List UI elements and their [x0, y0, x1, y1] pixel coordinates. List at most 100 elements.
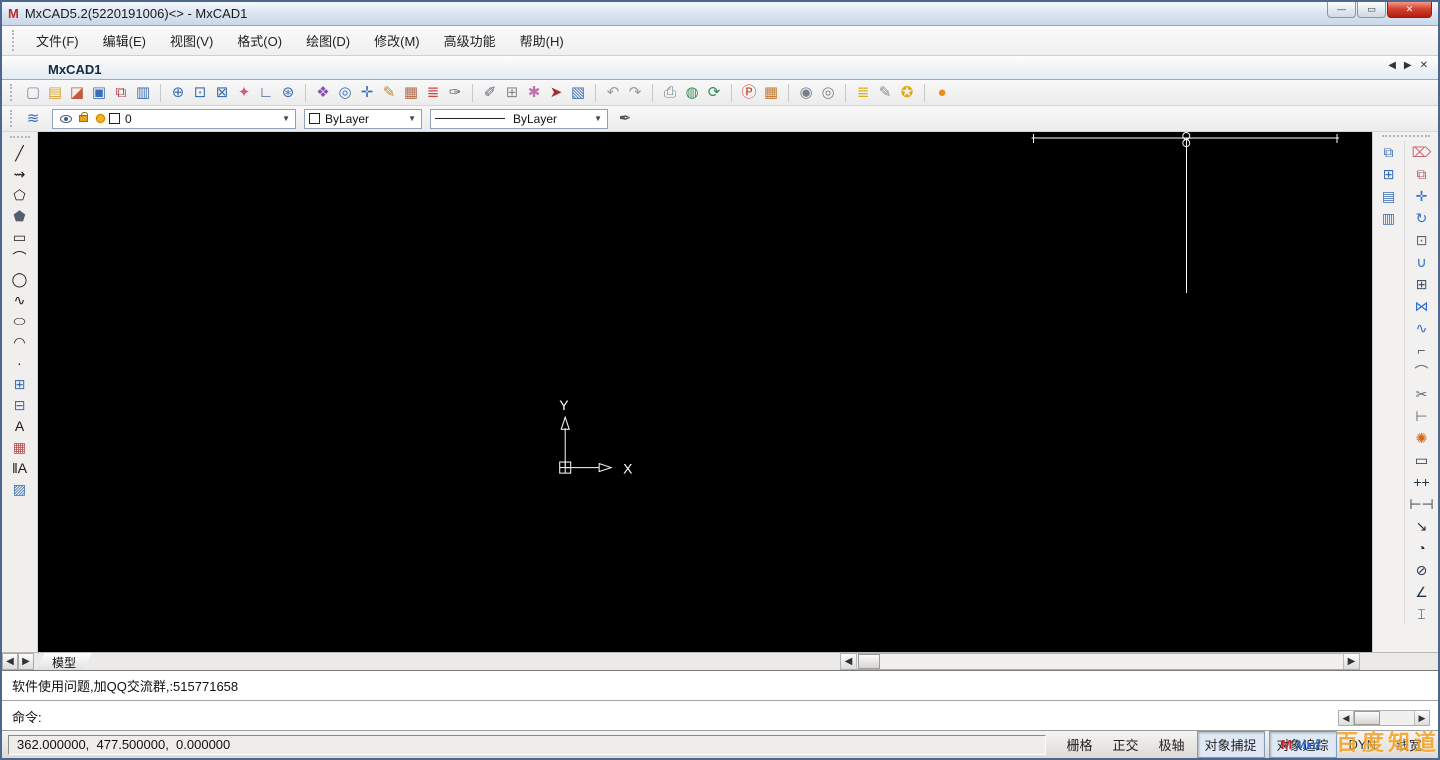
mirror-icon[interactable]: ⋈ — [1410, 295, 1434, 317]
pdf-export-icon[interactable]: Ⓟ — [738, 82, 760, 103]
scrollbar-thumb[interactable] — [858, 654, 880, 669]
help-book-icon[interactable]: ▧ — [567, 82, 589, 103]
favorites-star-icon[interactable]: ✪ — [896, 82, 918, 103]
document-tab-mxcad1[interactable]: MxCAD1 — [28, 59, 119, 79]
match-properties-brush-icon[interactable]: ✒ — [614, 108, 636, 129]
canvas-horizontal-scrollbar[interactable]: ◀ ▶ — [840, 653, 1360, 670]
dim-edit-icon[interactable]: ⌶ — [1410, 603, 1434, 625]
scrollbar-track[interactable] — [1380, 711, 1414, 725]
text-editor-icon[interactable]: ⊞ — [501, 82, 523, 103]
spline-icon[interactable]: ∿ — [8, 289, 32, 310]
annotate-pencil-icon[interactable]: ✎ — [874, 82, 896, 103]
explode-icon[interactable]: ✺ — [1410, 427, 1434, 449]
zoom-realtime-icon[interactable]: ◎ — [334, 82, 356, 103]
menu-draw[interactable]: 绘图(D) — [294, 27, 362, 54]
layers-manager-icon[interactable]: ≣ — [422, 82, 444, 103]
ellipse-icon[interactable]: ⬭ — [8, 310, 32, 331]
circle-icon[interactable]: ◯ — [8, 268, 32, 289]
dim-continue-icon[interactable]: ++ — [1410, 471, 1434, 493]
preview-find-icon[interactable]: ◎ — [817, 82, 839, 103]
polyline-edit-icon[interactable]: ∿ — [1410, 317, 1434, 339]
offset-icon[interactable]: ∪ — [1410, 251, 1434, 273]
toggle-osnap[interactable]: 对象捕捉 — [1197, 731, 1265, 758]
menu-help[interactable]: 帮助(H) — [508, 27, 576, 54]
toggle-dyn[interactable]: DYN — [1341, 733, 1384, 756]
redraw-icon[interactable]: ✦ — [233, 82, 255, 103]
scroll-right-icon[interactable]: ▶ — [1414, 711, 1429, 725]
close-button[interactable]: ✕ — [1387, 2, 1432, 18]
menu-format[interactable]: 格式(O) — [225, 27, 294, 54]
menu-modify[interactable]: 修改(M) — [362, 27, 432, 54]
line-icon[interactable]: ╱ — [8, 142, 32, 163]
command-scrollbar[interactable]: ◀ ▶ — [1338, 710, 1430, 726]
toggle-grid[interactable]: 栅格 — [1058, 731, 1100, 758]
dim-style-icon[interactable]: ▭ — [1410, 449, 1434, 471]
toggle-lineweight[interactable]: 线宽 — [1388, 731, 1430, 758]
notes-icon[interactable]: ≣ — [852, 82, 874, 103]
named-views-icon[interactable]: ❖ — [312, 82, 334, 103]
chevron-down-icon[interactable]: ▼ — [279, 114, 293, 123]
plot-icon[interactable]: ▥ — [132, 82, 154, 103]
redo-icon[interactable]: ↷ — [624, 82, 646, 103]
lengthen-icon[interactable]: ⌐ — [1410, 339, 1434, 361]
sketch-pencil-icon[interactable]: ✎ — [378, 82, 400, 103]
undo-icon[interactable]: ↶ — [602, 82, 624, 103]
ellipse-arc-icon[interactable]: ◠ — [8, 331, 32, 352]
layer-combo[interactable]: 0 ▼ — [52, 109, 296, 129]
polyline-icon[interactable]: ⇝ — [8, 163, 32, 184]
make-block-icon[interactable]: ⊟ — [8, 394, 32, 415]
scrollbar-track[interactable] — [880, 654, 1343, 669]
match-properties-icon[interactable]: ✑ — [444, 82, 466, 103]
toggle-polar[interactable]: 极轴 — [1150, 731, 1192, 758]
update-refresh-icon[interactable]: ⟳ — [703, 82, 725, 103]
pan-icon[interactable]: ✛ — [356, 82, 378, 103]
menu-view[interactable]: 视图(V) — [158, 27, 225, 54]
point-icon[interactable]: ∙ — [8, 352, 32, 373]
extend-icon[interactable]: ⊢ — [1410, 405, 1434, 427]
zoom-window-icon[interactable]: ⊡ — [189, 82, 211, 103]
toggle-ortho[interactable]: 正交 — [1104, 731, 1146, 758]
maximize-button[interactable]: ▭ — [1357, 2, 1386, 18]
copy-base-icon[interactable]: ⊞ — [1377, 163, 1401, 185]
zoom-in-icon[interactable]: ⊕ — [167, 82, 189, 103]
dim-linear-icon[interactable]: ⊢⊣ — [1410, 493, 1434, 515]
snapshot-icon[interactable]: ◉ — [795, 82, 817, 103]
menu-file[interactable]: 文件(F) — [24, 27, 91, 54]
erase-icon[interactable]: ⌦ — [1410, 141, 1434, 163]
hatch-icon[interactable]: ▨ — [8, 478, 32, 499]
new-file-icon[interactable]: ▢ — [22, 82, 44, 103]
layout-scroll-right-icon[interactable]: ▶ — [18, 653, 34, 670]
insert-block-icon[interactable]: ⊞ — [8, 373, 32, 394]
vertical-text-icon[interactable]: ‖A — [8, 457, 32, 478]
menu-advanced[interactable]: 高级功能 — [432, 27, 508, 54]
scroll-left-icon[interactable]: ◀ — [841, 654, 857, 669]
image-export-icon[interactable]: ▦ — [760, 82, 782, 103]
arc-icon[interactable]: ⌒ — [8, 247, 32, 268]
qq-service-icon[interactable]: ● — [931, 82, 953, 103]
layout-scroll-left-icon[interactable]: ◀ — [2, 653, 18, 670]
color-text-icon[interactable]: ✱ — [523, 82, 545, 103]
layers-panel-icon[interactable]: ≋ — [22, 108, 44, 129]
web-publish-icon[interactable]: ◍ — [681, 82, 703, 103]
drawing-canvas[interactable]: Y X — [38, 132, 1372, 652]
minimize-button[interactable]: — — [1327, 2, 1356, 18]
scroll-left-icon[interactable]: ◀ — [1339, 711, 1354, 725]
chevron-down-icon[interactable]: ▼ — [591, 114, 605, 123]
command-prompt[interactable]: 命令: — [2, 701, 1438, 732]
quick-tool-icon[interactable]: ➤ — [545, 82, 567, 103]
model-tab[interactable]: 模型 — [36, 653, 92, 670]
rectangle-icon[interactable]: ▭ — [8, 226, 32, 247]
chevron-down-icon[interactable]: ▼ — [405, 114, 419, 123]
trim-icon[interactable]: ✂ — [1410, 383, 1434, 405]
tab-scroll-right-icon[interactable]: ▶ — [1404, 60, 1412, 71]
fillet-icon[interactable]: ⌒ — [1410, 361, 1434, 383]
import-dwg-icon[interactable]: ◪ — [66, 82, 88, 103]
linetype-combo[interactable]: ByLayer ▼ — [430, 109, 608, 129]
text-icon[interactable]: A — [8, 415, 32, 436]
zoom-dynamic-icon[interactable]: ⊛ — [277, 82, 299, 103]
plot-preview-icon[interactable]: ⎙ — [659, 82, 681, 103]
polygon-icon[interactable]: ⬠ — [8, 184, 32, 205]
copy-clip-icon[interactable]: ⧉ — [1377, 141, 1401, 163]
dim-radius-icon[interactable]: ◔ — [1410, 537, 1434, 559]
array-icon[interactable]: ⊞ — [1410, 273, 1434, 295]
